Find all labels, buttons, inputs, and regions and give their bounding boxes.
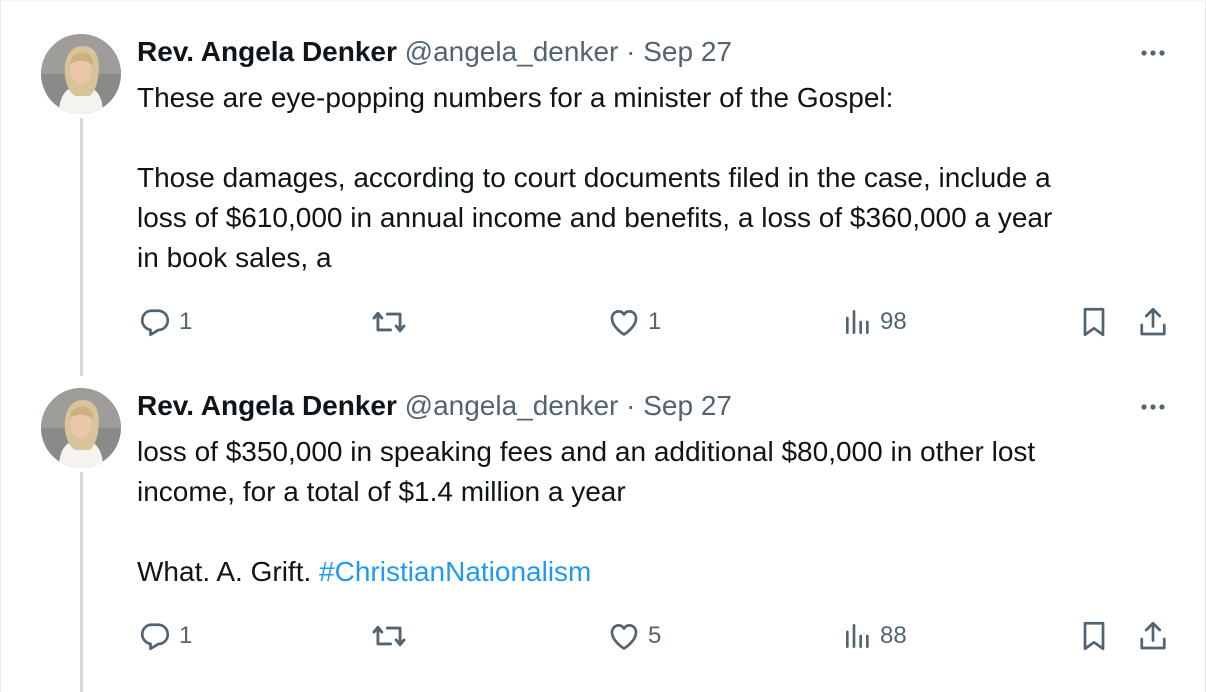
reply-count: 1 xyxy=(179,308,193,335)
retweet-icon xyxy=(370,303,408,341)
hashtag-link[interactable]: #ChristianNationalism xyxy=(319,556,591,587)
tweet-date[interactable]: Sep 27 xyxy=(643,36,732,67)
reply-button[interactable]: 1 xyxy=(137,302,192,342)
reply-count: 1 xyxy=(179,622,193,649)
author-handle[interactable]: @angela_denker xyxy=(405,36,619,67)
bookmark-icon xyxy=(1076,304,1112,340)
author-handle[interactable]: @angela_denker xyxy=(405,390,619,421)
separator-dot: · xyxy=(626,390,636,421)
like-count: 5 xyxy=(648,622,662,649)
tweet-text-line: What. A. Grift. #ChristianNationalism xyxy=(137,552,1177,592)
tweet-text-line: Those damages, according to court docume… xyxy=(137,162,1051,193)
views-icon xyxy=(842,620,874,652)
author-name[interactable]: Rev. Angela Denker xyxy=(137,36,397,67)
tweet-actions: 1 1 98 xyxy=(0,302,1206,342)
reply-icon xyxy=(137,618,173,654)
avatar[interactable] xyxy=(41,34,121,114)
reply-button[interactable]: 1 xyxy=(137,616,192,656)
retweet-button[interactable] xyxy=(370,302,408,342)
tweet[interactable]: Rev. Angela Denker @angela_denker · Sep … xyxy=(0,388,1206,692)
share-button[interactable] xyxy=(1135,302,1171,342)
tweet-text: These are eye-popping numbers for a mini… xyxy=(137,78,1177,278)
tweet-header: Rev. Angela Denker @angela_denker · Sep … xyxy=(137,388,732,424)
views-icon xyxy=(842,306,874,338)
tweet-text-line: loss of $350,000 in speaking fees and an… xyxy=(137,436,1036,467)
retweet-icon xyxy=(370,617,408,655)
tweet-actions: 1 5 88 xyxy=(0,616,1206,656)
author-name[interactable]: Rev. Angela Denker xyxy=(137,390,397,421)
views-button[interactable]: 98 xyxy=(842,302,907,342)
share-icon xyxy=(1135,618,1171,654)
like-button[interactable]: 5 xyxy=(606,616,661,656)
tweet-header: Rev. Angela Denker @angela_denker · Sep … xyxy=(137,34,732,70)
tweet-text-line: income, for a total of $1.4 million a ye… xyxy=(137,476,626,507)
tweet-text-span: What. A. Grift. xyxy=(137,556,320,587)
bookmark-button[interactable] xyxy=(1076,616,1112,656)
tweet-text-line: These are eye-popping numbers for a mini… xyxy=(137,82,894,113)
tweet-date[interactable]: Sep 27 xyxy=(643,390,732,421)
heart-icon xyxy=(606,304,642,340)
more-horizontal-icon[interactable] xyxy=(1138,390,1168,420)
tweet-text-line-blank xyxy=(137,118,1177,158)
separator-dot: · xyxy=(626,36,636,67)
avatar[interactable] xyxy=(41,388,121,468)
heart-icon xyxy=(606,618,642,654)
tweet-text: loss of $350,000 in speaking fees and an… xyxy=(137,432,1177,592)
tweet-text-line: loss of $610,000 in annual income and be… xyxy=(137,202,1053,233)
tweet-text-line: in book sales, a xyxy=(137,242,332,273)
tweet-text-line-blank xyxy=(137,512,1177,552)
like-button[interactable]: 1 xyxy=(606,302,661,342)
views-count: 88 xyxy=(880,622,907,649)
like-count: 1 xyxy=(648,308,662,335)
bookmark-icon xyxy=(1076,618,1112,654)
more-horizontal-icon[interactable] xyxy=(1138,36,1168,66)
views-count: 98 xyxy=(880,308,907,335)
bookmark-button[interactable] xyxy=(1076,302,1112,342)
views-button[interactable]: 88 xyxy=(842,616,907,656)
share-icon xyxy=(1135,304,1171,340)
share-button[interactable] xyxy=(1135,616,1171,656)
reply-icon xyxy=(137,304,173,340)
tweet[interactable]: Rev. Angela Denker @angela_denker · Sep … xyxy=(0,34,1206,374)
retweet-button[interactable] xyxy=(370,616,408,656)
